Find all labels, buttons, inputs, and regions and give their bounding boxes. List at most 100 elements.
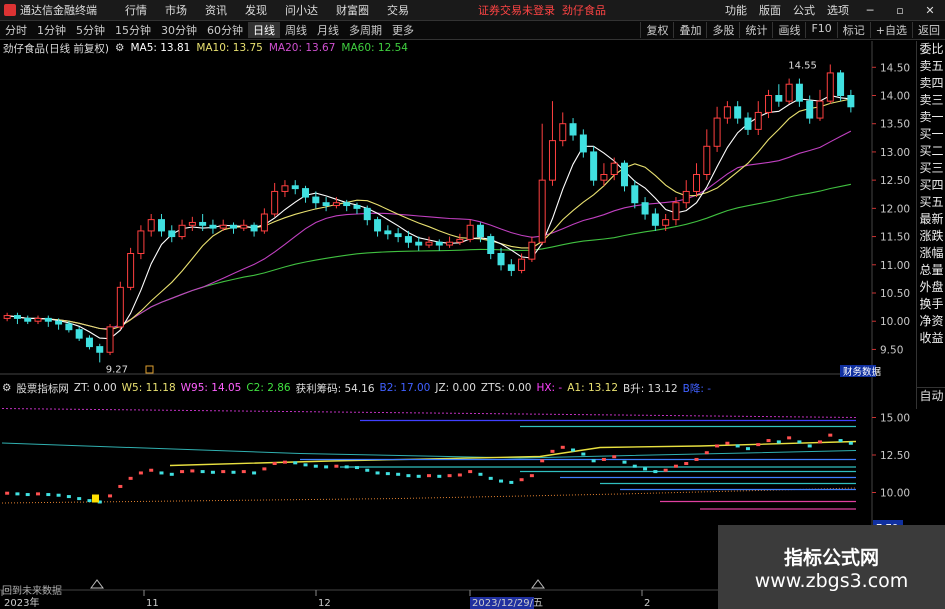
price-tick-label: 10.50 <box>880 288 910 300</box>
candle-body <box>415 241 423 246</box>
sub-candle <box>550 449 555 453</box>
finance-data-label: 财务数据 <box>843 366 882 378</box>
candle-body <box>631 185 639 204</box>
sub-candle <box>190 469 195 473</box>
sub-candle <box>138 471 143 475</box>
candle-body <box>723 106 731 119</box>
price-tick-label: 14.00 <box>880 91 910 103</box>
sub-candle <box>653 470 658 474</box>
no-data-label: 回到未来数据 <box>2 586 62 597</box>
candle-body <box>754 111 762 130</box>
sub-candle <box>673 464 678 468</box>
chart-canvas[interactable]: 14.50 14.00 13.50 13.00 12.50 12.00 11.50 11.00… <box>0 0 945 609</box>
sub-candle <box>77 497 82 501</box>
candle-body <box>291 185 299 190</box>
price-tick-label: 12.50 <box>880 175 910 187</box>
sub-candle <box>684 462 689 465</box>
candle-body <box>528 241 536 260</box>
candle-body <box>363 207 371 221</box>
date-tick-label: 12 <box>318 598 331 609</box>
sub-candle <box>478 472 483 476</box>
candle-body <box>703 145 711 176</box>
sub-candle <box>468 470 473 474</box>
sub-candle <box>344 465 349 469</box>
sub-candle <box>694 457 699 461</box>
candle-body <box>548 140 556 181</box>
candle-body <box>404 236 412 243</box>
candle-body <box>662 219 670 226</box>
event-marker-icon <box>145 365 154 374</box>
candle-body <box>693 174 701 192</box>
candle-body <box>147 219 155 232</box>
candle-body <box>209 224 217 229</box>
candle-body <box>476 224 484 238</box>
candle-body <box>3 315 11 319</box>
sub-candle <box>745 447 750 451</box>
sub-candle <box>787 436 792 440</box>
sub-candle <box>817 440 822 444</box>
sub-candle <box>46 493 51 497</box>
candle-body <box>384 230 392 235</box>
candle-body <box>13 315 21 319</box>
price-tick-label: 9.50 <box>880 344 903 356</box>
sub-candle <box>725 441 730 445</box>
sub-candle <box>25 493 30 497</box>
price-tick-label: 13.00 <box>880 147 910 159</box>
sub-candle <box>643 467 648 471</box>
sub-candle <box>756 443 761 447</box>
sub-candle <box>334 464 339 468</box>
candle-body <box>775 95 783 102</box>
sub-candle <box>591 459 596 463</box>
candle-body <box>816 100 824 119</box>
candle-body <box>353 205 361 209</box>
high-price-label: 14.55 <box>788 60 817 71</box>
sub-candle <box>221 470 226 474</box>
candle-body <box>260 213 268 232</box>
sub-candle <box>159 471 164 475</box>
sub-candle <box>488 476 493 480</box>
candle-body <box>672 202 680 221</box>
signal-marker-icon <box>92 494 99 503</box>
candle-body <box>96 346 104 353</box>
candle-body <box>847 95 855 108</box>
price-tick-label: 11.50 <box>880 232 910 244</box>
candle-body <box>85 337 93 348</box>
sub-candle <box>396 472 401 476</box>
candle-body <box>446 241 454 246</box>
sub-candle <box>447 474 452 478</box>
sub-candle <box>427 474 431 478</box>
w95-line <box>1 408 857 418</box>
candle-body <box>394 233 402 238</box>
sub-candle <box>180 470 185 474</box>
a1-line <box>169 440 857 467</box>
sub-candle <box>437 474 442 478</box>
candle-body <box>765 95 773 113</box>
candle-body <box>302 188 310 198</box>
chart-grid <box>0 41 873 609</box>
candle-body <box>425 241 433 246</box>
price-tick-label: 12.00 <box>880 203 910 215</box>
sub-candle <box>210 470 215 474</box>
sub-candle <box>509 480 514 484</box>
date-tick-label: 2023年 <box>4 596 39 609</box>
sub-candle <box>601 457 606 461</box>
sub-candle <box>416 474 421 478</box>
sub-candle <box>262 467 267 471</box>
candle-body <box>65 323 73 331</box>
candle-body <box>497 253 505 266</box>
low-price-label: 9.27 <box>106 364 128 375</box>
watermark-url: www.zbgs3.com <box>754 569 909 592</box>
watermark-banner: 指标公式网 www.zbgs3.com <box>718 525 945 609</box>
sub-candle <box>571 448 576 452</box>
candle-body <box>219 224 227 229</box>
candle-body <box>199 221 207 226</box>
candle-body <box>507 264 515 271</box>
candle-body <box>106 326 114 353</box>
sub-candle <box>200 470 205 474</box>
sub-candle <box>375 471 380 475</box>
sub-candle <box>797 440 802 444</box>
sub-candle <box>252 471 257 475</box>
sub-candle <box>169 472 174 476</box>
sub-candle <box>581 452 586 456</box>
triangle-marker-icon <box>90 579 104 589</box>
